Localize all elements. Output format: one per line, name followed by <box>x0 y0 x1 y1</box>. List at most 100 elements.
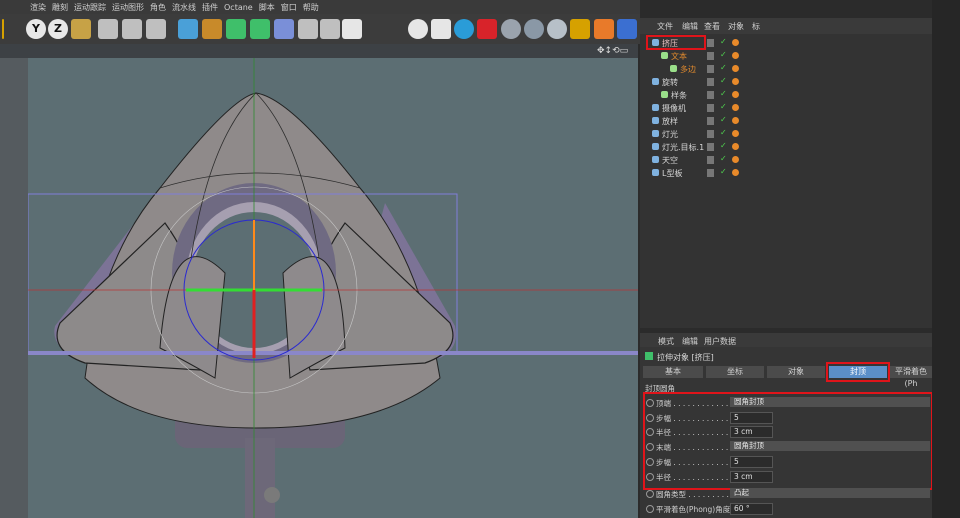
object-row[interactable]: 多边 ✓ <box>640 63 932 76</box>
enabled-check-icon[interactable]: ✓ <box>720 154 727 163</box>
object-row[interactable]: 放样 ✓ <box>640 115 932 128</box>
attribute-menu-item[interactable]: 编辑 <box>682 336 698 347</box>
param-number-field[interactable]: 3 cm <box>730 426 773 439</box>
menu-item[interactable]: 窗口 <box>281 2 297 13</box>
camera-icon[interactable] <box>320 19 340 39</box>
enabled-check-icon[interactable]: ✓ <box>720 102 727 111</box>
scene-render[interactable] <box>0 58 638 518</box>
enabled-check-icon[interactable]: ✓ <box>720 89 727 98</box>
tag-icon[interactable] <box>732 130 739 137</box>
tag-icon[interactable] <box>732 52 739 59</box>
animation-dot-icon[interactable] <box>646 399 654 407</box>
param-number-field[interactable]: 60 ° <box>730 503 773 515</box>
sphere-white-icon[interactable] <box>547 19 567 39</box>
visibility-toggle-icon[interactable] <box>707 156 714 164</box>
object-row[interactable]: 天空 ✓ <box>640 154 932 167</box>
octane-render-icon[interactable] <box>408 19 428 39</box>
object-row[interactable]: L型板 ✓ <box>640 167 932 180</box>
subdivision-icon[interactable] <box>226 19 246 39</box>
visibility-toggle-icon[interactable] <box>707 52 714 60</box>
enabled-check-icon[interactable]: ✓ <box>720 167 727 176</box>
tag-icon[interactable] <box>732 104 739 111</box>
visibility-toggle-icon[interactable] <box>707 117 714 125</box>
param-number-field[interactable]: 3 cm <box>730 470 773 483</box>
render-settings-icon[interactable] <box>146 19 166 39</box>
octane-camera-icon[interactable] <box>477 19 497 39</box>
menu-item[interactable]: 运动图形 <box>112 2 144 13</box>
light-icon[interactable] <box>342 19 362 39</box>
menu-item[interactable]: 雕刻 <box>52 2 68 13</box>
octane-settings-icon[interactable] <box>617 19 637 39</box>
object-manager-menu-item[interactable]: 文件 <box>657 21 673 32</box>
sphere-blue-icon[interactable] <box>524 19 544 39</box>
visibility-toggle-icon[interactable] <box>707 39 714 47</box>
visibility-toggle-icon[interactable] <box>707 143 714 151</box>
light-bulb-icon[interactable] <box>570 19 590 39</box>
enabled-check-icon[interactable]: ✓ <box>720 37 727 46</box>
object-row[interactable]: 文本 ✓ <box>640 50 932 63</box>
attribute-menu-item[interactable]: 用户数据 <box>704 336 736 347</box>
visibility-toggle-icon[interactable] <box>707 78 714 86</box>
floor-icon[interactable] <box>298 19 318 39</box>
tag-icon[interactable] <box>732 65 739 72</box>
animation-dot-icon[interactable] <box>646 505 654 513</box>
axis-y-button[interactable]: Y <box>26 19 46 39</box>
tab-2[interactable]: 对象 <box>767 366 825 378</box>
enabled-check-icon[interactable]: ✓ <box>720 76 727 85</box>
visibility-toggle-icon[interactable] <box>707 169 714 177</box>
viewport[interactable] <box>0 58 638 518</box>
tag-icon[interactable] <box>732 117 739 124</box>
animation-dot-icon[interactable] <box>646 472 654 481</box>
param-dropdown[interactable]: 凸起 <box>730 488 930 498</box>
viewport-nav-icons[interactable]: ✥↕⟲▭ <box>597 46 628 56</box>
menu-item[interactable]: 脚本 <box>259 2 275 13</box>
visibility-toggle-icon[interactable] <box>707 104 714 112</box>
octane-material-icon[interactable] <box>454 19 474 39</box>
animation-dot-icon[interactable] <box>646 413 654 422</box>
enabled-check-icon[interactable]: ✓ <box>720 128 727 137</box>
object-manager-menu-item[interactable]: 编辑 <box>682 21 698 32</box>
enabled-check-icon[interactable]: ✓ <box>720 115 727 124</box>
menu-item[interactable]: 插件 <box>202 2 218 13</box>
tag-icon[interactable] <box>732 143 739 150</box>
menu-item[interactable]: 流水线 <box>172 2 196 13</box>
visibility-toggle-icon[interactable] <box>707 130 714 138</box>
menu-item[interactable]: 运动跟踪 <box>74 2 106 13</box>
array-icon[interactable] <box>250 19 270 39</box>
object-manager-menu-item[interactable]: 查看 <box>704 21 720 32</box>
axis-z-button[interactable]: Z <box>48 19 68 39</box>
tag-icon[interactable] <box>732 156 739 163</box>
menu-item[interactable]: 角色 <box>150 2 166 13</box>
render-view-icon[interactable] <box>98 19 118 39</box>
menu-item[interactable]: Octane <box>224 3 253 12</box>
tab-0[interactable]: 基本 <box>643 366 703 378</box>
visibility-toggle-icon[interactable] <box>707 65 714 73</box>
octane-live-icon[interactable] <box>431 19 451 39</box>
param-number-field[interactable]: 5 <box>730 411 773 424</box>
scatter-icon[interactable] <box>594 19 614 39</box>
object-row[interactable]: 灯光.目标.1 ✓ <box>640 141 932 154</box>
object-manager-menu-item[interactable]: 对象 <box>728 21 744 32</box>
param-dropdown[interactable]: 圆角封顶 <box>730 441 930 452</box>
enabled-check-icon[interactable]: ✓ <box>720 141 727 150</box>
object-row[interactable]: 旋转 ✓ <box>640 76 932 89</box>
tag-icon[interactable] <box>732 169 739 176</box>
animation-dot-icon[interactable] <box>646 457 654 466</box>
menu-item[interactable]: 渲染 <box>30 2 46 13</box>
object-manager-menu-item[interactable]: 标 <box>752 21 760 32</box>
enabled-check-icon[interactable]: ✓ <box>720 63 727 72</box>
visibility-toggle-icon[interactable] <box>707 91 714 99</box>
object-row[interactable]: 灯光 ✓ <box>640 128 932 141</box>
attribute-menu-item[interactable]: 模式 <box>658 336 674 347</box>
param-number-field[interactable]: 5 <box>730 455 773 468</box>
pen-icon[interactable] <box>202 19 222 39</box>
coordinate-system-icon[interactable] <box>71 19 91 39</box>
sphere-gray-icon[interactable] <box>501 19 521 39</box>
cube-icon[interactable] <box>178 19 198 39</box>
object-row[interactable]: 摄像机 ✓ <box>640 102 932 115</box>
menu-item[interactable]: 帮助 <box>303 2 319 13</box>
tab-1[interactable]: 坐标 <box>706 366 764 378</box>
tab-4[interactable]: 平滑着色(Ph <box>890 366 932 388</box>
param-dropdown[interactable]: 圆角封顶 <box>730 397 930 407</box>
tag-icon[interactable] <box>732 78 739 85</box>
